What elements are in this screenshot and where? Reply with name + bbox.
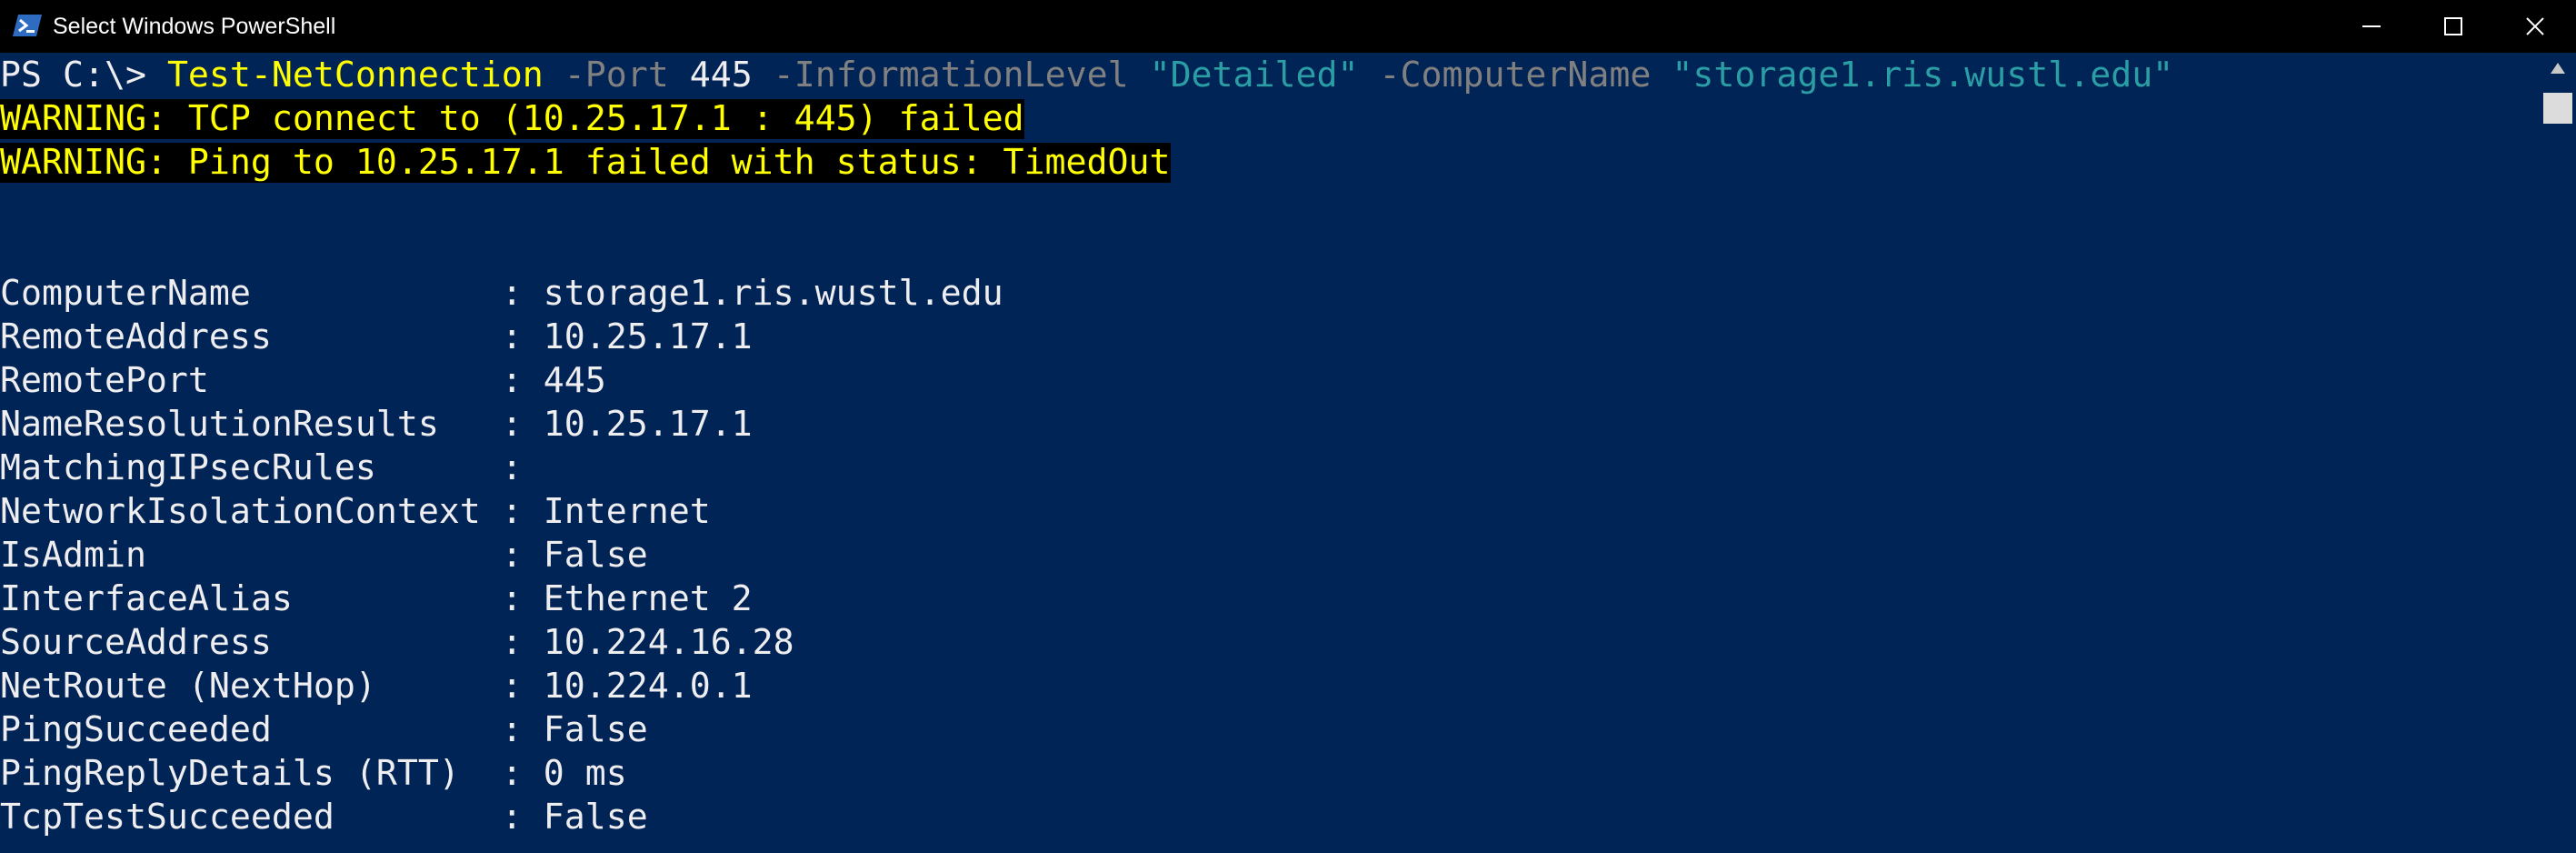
title-bar[interactable]: Select Windows PowerShell: [0, 0, 2576, 53]
information-level-value: "Detailed": [1149, 55, 1359, 95]
result-row: NetRoute (NextHop) : 10.224.0.1: [0, 665, 753, 708]
result-key: SourceAddress: [0, 623, 502, 663]
window-title: Select Windows PowerShell: [53, 14, 336, 39]
result-row: IsAdmin : False: [0, 534, 648, 577]
result-key: PingReplyDetails (RTT): [0, 754, 502, 794]
result-row: PingReplyDetails (RTT) : 0 ms: [0, 752, 627, 796]
result-row: PingSucceeded : False: [0, 708, 648, 752]
result-row: RemotePort : 445: [0, 359, 606, 403]
param-information-level: -InformationLevel: [773, 55, 1129, 95]
result-value: : storage1.ris.wustl.edu: [501, 274, 1003, 314]
prompt: PS C:\>: [0, 55, 167, 95]
warning-line: WARNING: Ping to 10.25.17.1 failed with …: [0, 141, 1171, 185]
result-value: : False: [501, 536, 648, 576]
result-row: MatchingIPsecRules :: [0, 447, 523, 490]
result-value: : Internet: [501, 492, 711, 532]
command-line: PS C:\> Test-NetConnection -Port 445 -In…: [0, 54, 2173, 97]
maximize-icon: [2444, 17, 2462, 35]
powershell-window: Select Windows PowerShell PS C:\> Test-N…: [0, 0, 2576, 853]
result-value: : 10.25.17.1: [501, 405, 753, 445]
result-key: IsAdmin: [0, 536, 502, 576]
result-value: : 0 ms: [501, 754, 627, 794]
warning-text: WARNING: Ping to 10.25.17.1 failed with …: [0, 143, 1171, 183]
minimize-icon: [2362, 25, 2381, 27]
result-key: ComputerName: [0, 274, 502, 314]
result-row: RemoteAddress : 10.25.17.1: [0, 316, 753, 359]
param-port: -Port: [564, 55, 669, 95]
result-row: TcpTestSucceeded : False: [0, 796, 648, 839]
port-value: 445: [668, 55, 774, 95]
result-key: NameResolutionResults: [0, 405, 502, 445]
warning-text: WARNING: TCP connect to (10.25.17.1 : 44…: [0, 99, 1024, 139]
result-key: MatchingIPsecRules: [0, 448, 502, 488]
result-key: PingSucceeded: [0, 710, 502, 750]
result-key: RemoteAddress: [0, 317, 502, 357]
result-row: NameResolutionResults : 10.25.17.1: [0, 403, 753, 447]
result-value: : False: [501, 710, 648, 750]
result-key: TcpTestSucceeded: [0, 798, 502, 838]
result-key: NetRoute (NextHop): [0, 667, 502, 707]
scrollbar-thumb[interactable]: [2543, 93, 2572, 124]
result-row: InterfaceAlias : Ethernet 2: [0, 577, 753, 621]
console-output[interactable]: PS C:\> Test-NetConnection -Port 445 -In…: [0, 53, 2540, 853]
result-value: : 10.25.17.1: [501, 317, 753, 357]
minimize-button[interactable]: [2331, 0, 2412, 53]
param-computer-name: -ComputerName: [1379, 55, 1652, 95]
result-row: ComputerName : storage1.ris.wustl.edu: [0, 272, 1003, 316]
warning-line: WARNING: TCP connect to (10.25.17.1 : 44…: [0, 97, 1024, 141]
result-row: SourceAddress : 10.224.16.28: [0, 621, 794, 665]
cmdlet: Test-NetConnection: [166, 55, 544, 95]
scroll-up-arrow-icon[interactable]: [2550, 62, 2566, 75]
maximize-button[interactable]: [2412, 0, 2494, 53]
result-value: : 445: [501, 361, 606, 401]
computer-name-value: "storage1.ris.wustl.edu": [1672, 55, 2174, 95]
vertical-scrollbar[interactable]: [2540, 53, 2576, 853]
close-button[interactable]: [2494, 0, 2576, 53]
result-value: : 10.224.16.28: [501, 623, 794, 663]
close-icon: [2526, 17, 2544, 35]
result-value: : 10.224.0.1: [501, 667, 753, 707]
result-value: : Ethernet 2: [501, 579, 753, 619]
result-row: NetworkIsolationContext : Internet: [0, 490, 711, 534]
result-key: RemotePort: [0, 361, 502, 401]
result-key: InterfaceAlias: [0, 579, 502, 619]
result-key: NetworkIsolationContext: [0, 492, 502, 532]
powershell-icon: [13, 15, 42, 36]
result-value: :: [501, 448, 523, 488]
result-value: : False: [501, 798, 648, 838]
